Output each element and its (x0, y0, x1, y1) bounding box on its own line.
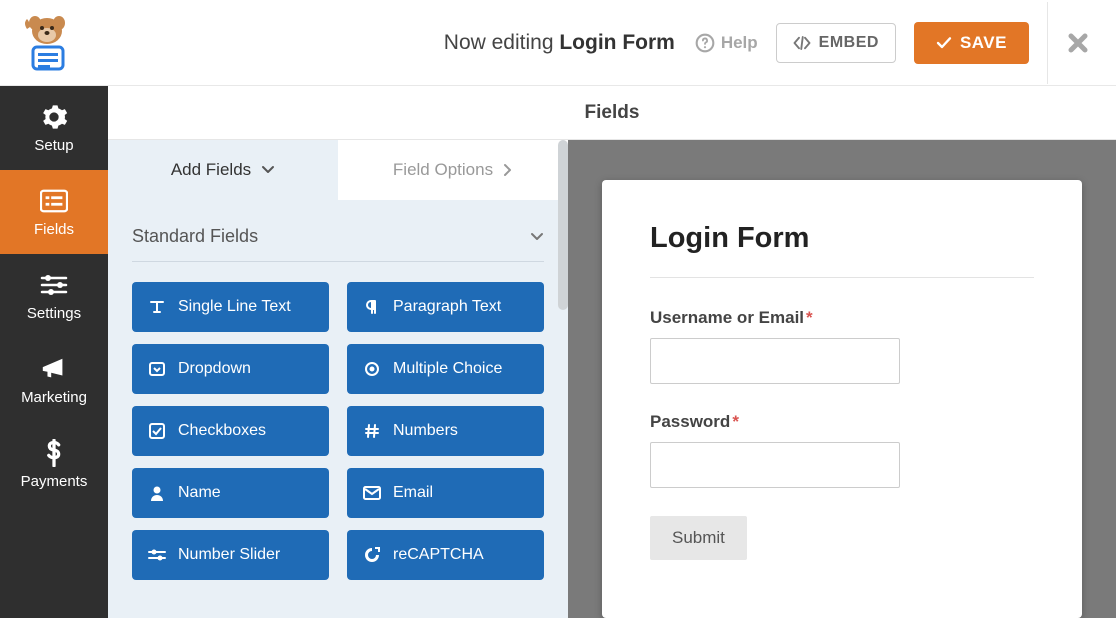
user-icon (148, 484, 166, 502)
editing-label: Now editing Login Form (444, 31, 675, 55)
gear-icon (40, 103, 68, 131)
top-bar: Now editing Login Form Help EMBED SAVE (0, 0, 1116, 86)
required-mark: * (732, 412, 739, 431)
hash-icon (363, 422, 381, 440)
divider (1047, 2, 1048, 84)
nav-marketing[interactable]: Marketing (0, 338, 108, 422)
megaphone-icon (40, 355, 68, 383)
close-button[interactable] (1066, 31, 1090, 55)
nav-label: Payments (21, 473, 88, 490)
section-title: Fields (108, 86, 1116, 140)
help-icon (695, 33, 715, 53)
tab-field-options[interactable]: Field Options (338, 140, 568, 200)
field-label: Password* (650, 412, 1034, 432)
embed-icon (793, 36, 811, 50)
field-single-line-text[interactable]: Single Line Text (132, 282, 329, 332)
submit-button[interactable]: Submit (650, 516, 747, 560)
nav-label: Settings (27, 305, 81, 322)
nav-setup[interactable]: Setup (0, 86, 108, 170)
check-icon (936, 36, 952, 50)
help-link[interactable]: Help (695, 33, 758, 53)
group-standard-fields[interactable]: Standard Fields (132, 220, 544, 262)
username-input[interactable] (650, 338, 900, 384)
form-title: Login Form (650, 222, 1034, 278)
tab-add-fields[interactable]: Add Fields (108, 140, 338, 200)
text-icon (148, 298, 166, 316)
form-icon (40, 187, 68, 215)
app-logo (12, 8, 82, 78)
field-checkboxes[interactable]: Checkboxes (132, 406, 329, 456)
field-multiple-choice[interactable]: Multiple Choice (347, 344, 544, 394)
paragraph-icon (363, 298, 381, 316)
checkbox-icon (148, 422, 166, 440)
recaptcha-icon (363, 546, 381, 564)
nav-fields[interactable]: Fields (0, 170, 108, 254)
nav-label: Marketing (21, 389, 87, 406)
sliders-icon (40, 271, 68, 299)
field-paragraph-text[interactable]: Paragraph Text (347, 282, 544, 332)
fields-panel: Add Fields Field Options Standard Fields (108, 140, 568, 618)
password-input[interactable] (650, 442, 900, 488)
field-dropdown[interactable]: Dropdown (132, 344, 329, 394)
slider-icon (148, 546, 166, 564)
required-mark: * (806, 308, 813, 327)
left-nav: Setup Fields Settings Marketing (0, 86, 108, 618)
form-field-username[interactable]: Username or Email* (650, 308, 1034, 384)
panel-tabs: Add Fields Field Options (108, 140, 568, 200)
dropdown-icon (148, 360, 166, 378)
embed-button[interactable]: EMBED (776, 23, 896, 63)
field-numbers[interactable]: Numbers (347, 406, 544, 456)
dollar-icon (40, 439, 68, 467)
chevron-right-icon (503, 163, 513, 177)
scrollbar[interactable] (558, 140, 568, 310)
field-email[interactable]: Email (347, 468, 544, 518)
email-icon (363, 484, 381, 502)
close-icon (1066, 31, 1090, 55)
nav-label: Fields (34, 221, 74, 238)
radio-icon (363, 360, 381, 378)
form-preview: Login Form Username or Email* Password* (568, 140, 1116, 618)
field-name[interactable]: Name (132, 468, 329, 518)
field-number-slider[interactable]: Number Slider (132, 530, 329, 580)
save-button[interactable]: SAVE (914, 22, 1029, 64)
chevron-down-icon (261, 165, 275, 175)
form-field-password[interactable]: Password* (650, 412, 1034, 488)
form-card: Login Form Username or Email* Password* (602, 180, 1082, 618)
field-recaptcha[interactable]: reCAPTCHA (347, 530, 544, 580)
nav-settings[interactable]: Settings (0, 254, 108, 338)
nav-payments[interactable]: Payments (0, 422, 108, 506)
field-label: Username or Email* (650, 308, 1034, 328)
chevron-down-icon (530, 232, 544, 242)
nav-label: Setup (34, 137, 73, 154)
